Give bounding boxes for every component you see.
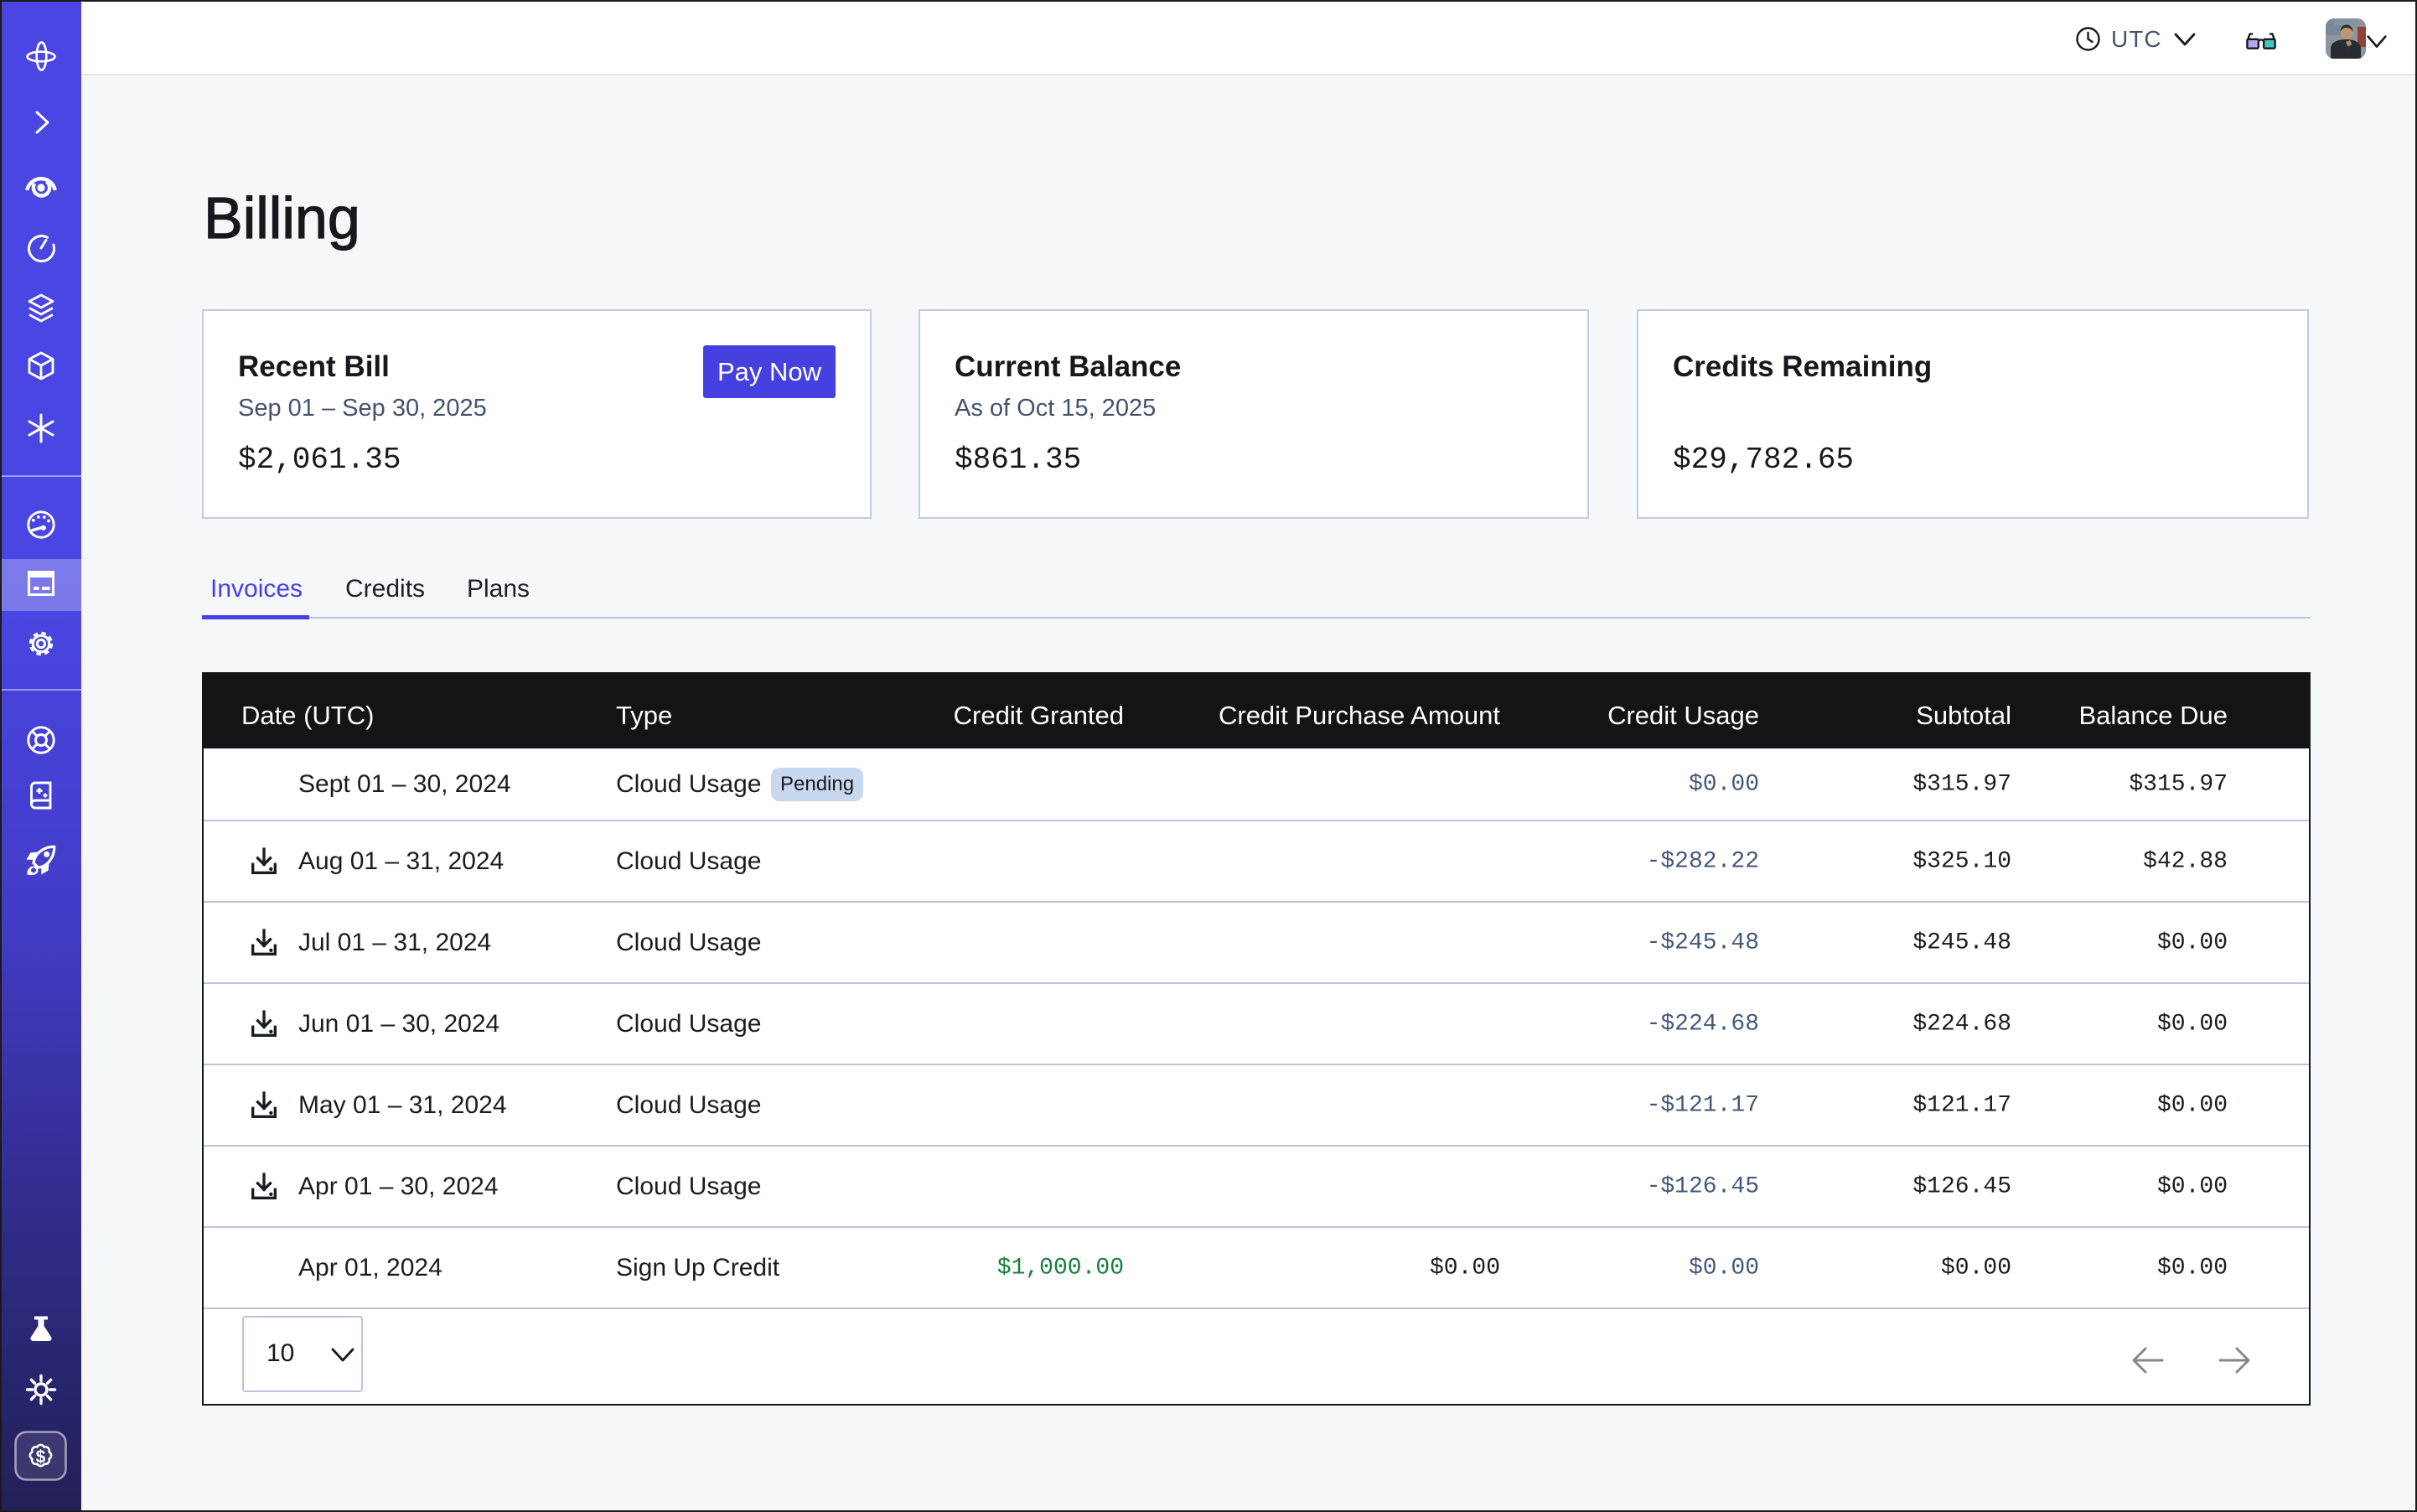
svg-text:$: $ (36, 1447, 46, 1467)
